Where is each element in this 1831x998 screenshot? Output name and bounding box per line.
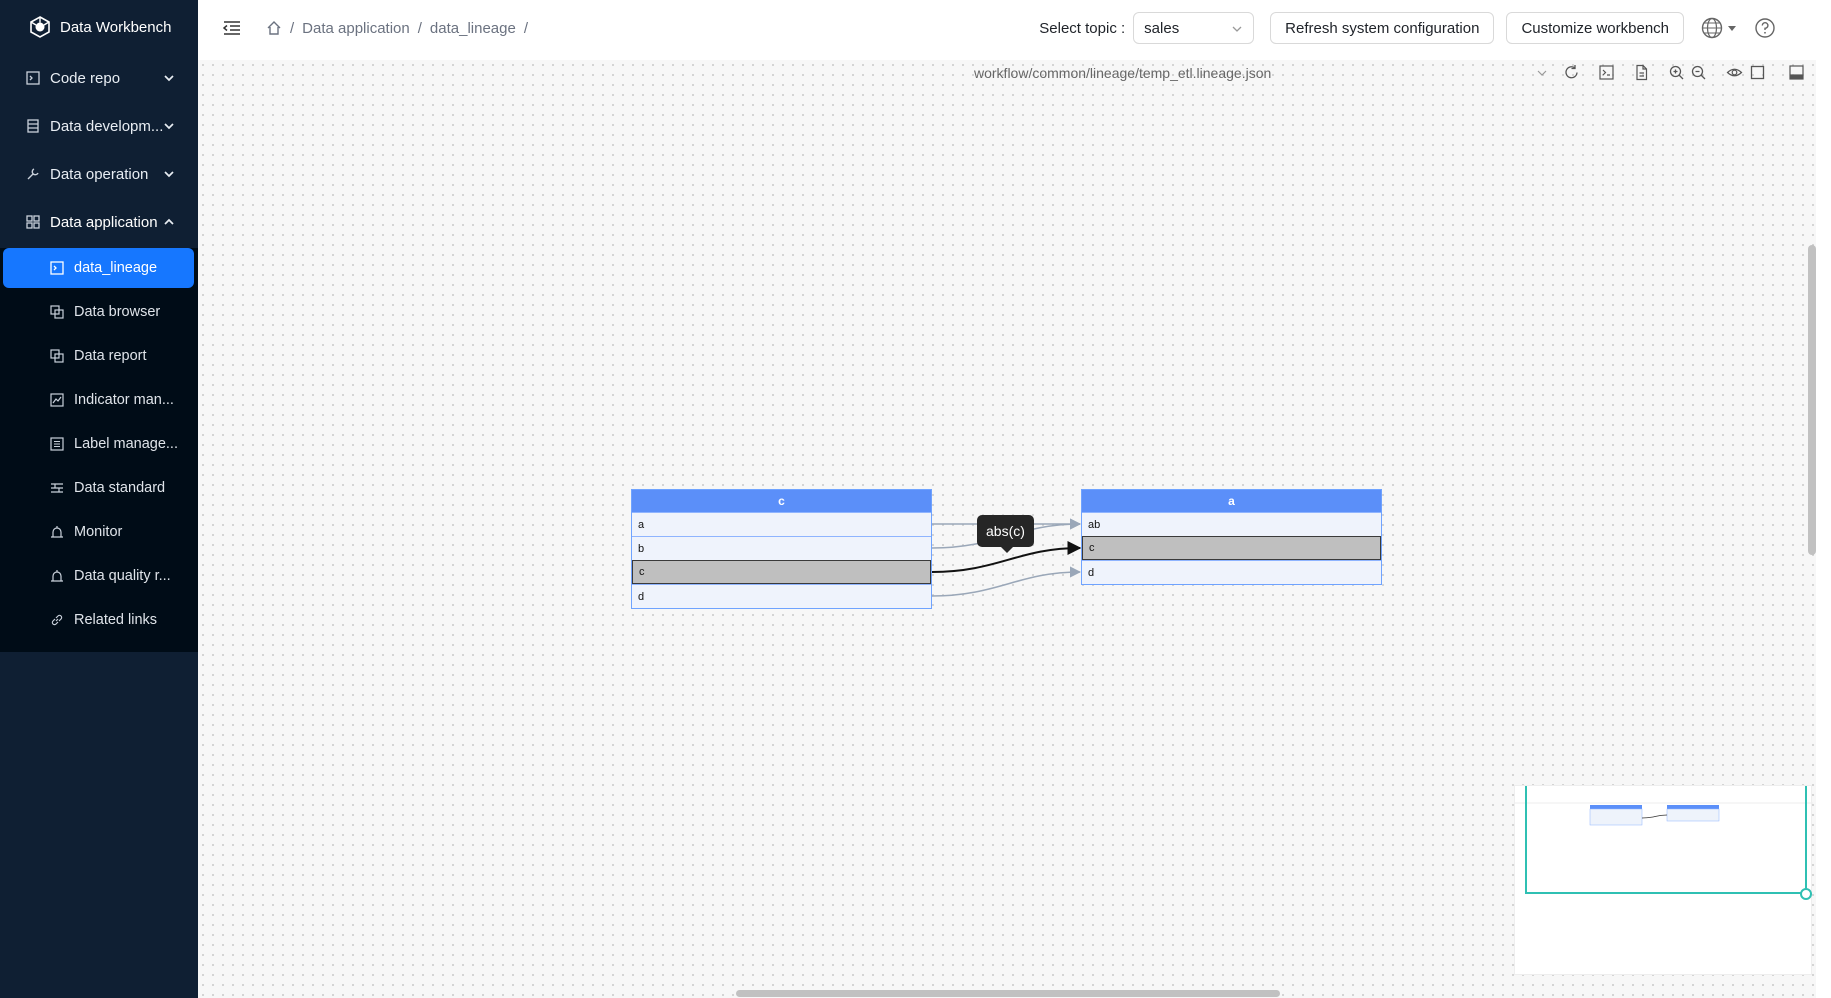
sidebar-item-label: Data browser (74, 304, 161, 320)
table-column[interactable]: d (632, 584, 931, 608)
sidebar-item-indicator-management[interactable]: Indicator man... (0, 378, 198, 422)
list-icon (50, 436, 65, 452)
breadcrumb-item[interactable]: Data application (302, 20, 410, 37)
sidebar-item-monitor[interactable]: Monitor (0, 510, 198, 554)
sidebar-item-label: Data developm... (50, 117, 164, 135)
copy-icon (50, 348, 65, 364)
language-globe-icon[interactable] (1700, 12, 1740, 44)
table-column[interactable]: d (1082, 560, 1381, 584)
table-name: a (1082, 490, 1381, 512)
breadcrumb-separator: / (523, 19, 529, 37)
source-table-node[interactable]: c a b c d (631, 489, 932, 609)
breadcrumb-separator: / (417, 19, 422, 37)
submenu-spacer (0, 642, 198, 652)
chevron-down-icon (164, 171, 174, 178)
sidebar-item-label: Data standard (74, 480, 166, 496)
sidebar-item-data-operation[interactable]: Data operation (0, 150, 198, 198)
sidebar-item-label-management[interactable]: Label manage... (0, 422, 198, 466)
sidebar-item-label: Data quality r... (74, 568, 171, 584)
sidebar-item-label: Indicator man... (74, 392, 174, 408)
wrench-icon (25, 166, 41, 182)
sidebar-item-label: Data report (74, 348, 147, 364)
sidebar-item-data-report[interactable]: Data report (0, 334, 198, 378)
sidebar-item-data-development[interactable]: Data developm... (0, 102, 198, 150)
sidebar: Data Workbench Code repo Data developm..… (0, 0, 198, 998)
minimap[interactable] (1514, 785, 1813, 975)
code-icon (25, 70, 41, 86)
app-title: Data Workbench (60, 18, 172, 36)
refresh-system-configuration-button[interactable]: Refresh system configuration (1270, 12, 1495, 44)
topic-label: Select topic : (1039, 19, 1126, 37)
sidebar-item-label: Monitor (74, 524, 123, 540)
breadcrumb-separator: / (290, 19, 295, 37)
table-name: c (632, 490, 931, 512)
standard-icon (50, 481, 65, 496)
database-icon (25, 118, 41, 134)
header-actions: Select topic : sales Refresh system conf… (1039, 0, 1831, 56)
sidebar-item-label: Related links (74, 612, 158, 628)
breadcrumb-item[interactable]: data_lineage (430, 20, 516, 37)
sidebar-item-label: Code repo (50, 69, 121, 87)
minimap-resize-handle[interactable] (1800, 888, 1812, 900)
grid-icon (25, 214, 41, 230)
chevron-down-icon (164, 75, 174, 82)
sidebar-item-data-quality[interactable]: Data quality r... (0, 554, 198, 598)
table-column-highlighted[interactable]: c (632, 560, 931, 584)
table-column[interactable]: b (632, 536, 931, 560)
edge-tooltip: abs(c) (977, 515, 1034, 553)
sidebar-item-label: data_lineage (74, 260, 158, 276)
header: / Data application / data_lineage / Sele… (198, 0, 1831, 56)
topic-select-value: sales (1144, 19, 1180, 37)
sidebar-item-code-repo[interactable]: Code repo (0, 54, 198, 102)
target-table-node[interactable]: a ab c d (1081, 489, 1382, 585)
app-logo-icon (30, 16, 50, 38)
chevron-down-icon (1232, 26, 1242, 32)
vertical-scrollbar[interactable] (1808, 245, 1816, 555)
chart-icon (50, 392, 65, 408)
lineage-edge (931, 566, 1082, 597)
brand[interactable]: Data Workbench (0, 0, 198, 54)
customize-workbench-button[interactable]: Customize workbench (1506, 12, 1684, 44)
topic-select[interactable]: sales (1133, 12, 1255, 44)
sidebar-item-data-lineage[interactable]: data_lineage (3, 248, 194, 288)
sidebar-item-data-browser[interactable]: Data browser (0, 290, 198, 334)
lineage-canvas[interactable]: workflow/common/lineage/temp_etl.lineage… (198, 60, 1816, 998)
copy-icon (50, 304, 65, 320)
sidebar-item-data-standard[interactable]: Data standard (0, 466, 198, 510)
sidebar-item-related-links[interactable]: Related links (0, 598, 198, 642)
chevron-up-icon (164, 218, 174, 225)
sidebar-item-label: Data operation (50, 165, 149, 183)
submenu: data_lineage Data browser Data report In… (0, 248, 198, 652)
home-icon[interactable] (266, 20, 282, 36)
alarm-icon (50, 569, 65, 584)
help-icon[interactable] (1754, 17, 1776, 39)
table-column-highlighted[interactable]: c (1082, 536, 1381, 560)
table-column[interactable]: a (632, 512, 931, 536)
chevron-down-icon (164, 123, 174, 130)
minimap-viewport[interactable] (1525, 786, 1807, 894)
sidebar-item-data-application[interactable]: Data application (0, 198, 198, 246)
alarm-icon (50, 525, 65, 540)
sidebar-item-label: Label manage... (74, 436, 178, 452)
breadcrumb: / Data application / data_lineage / (266, 20, 536, 37)
lineage-icon (50, 260, 65, 276)
table-column[interactable]: ab (1082, 512, 1381, 536)
menu-fold-icon[interactable] (220, 16, 244, 40)
link-icon (50, 613, 65, 628)
horizontal-scrollbar[interactable] (736, 990, 1280, 997)
sidebar-item-label: Data application (50, 213, 158, 231)
